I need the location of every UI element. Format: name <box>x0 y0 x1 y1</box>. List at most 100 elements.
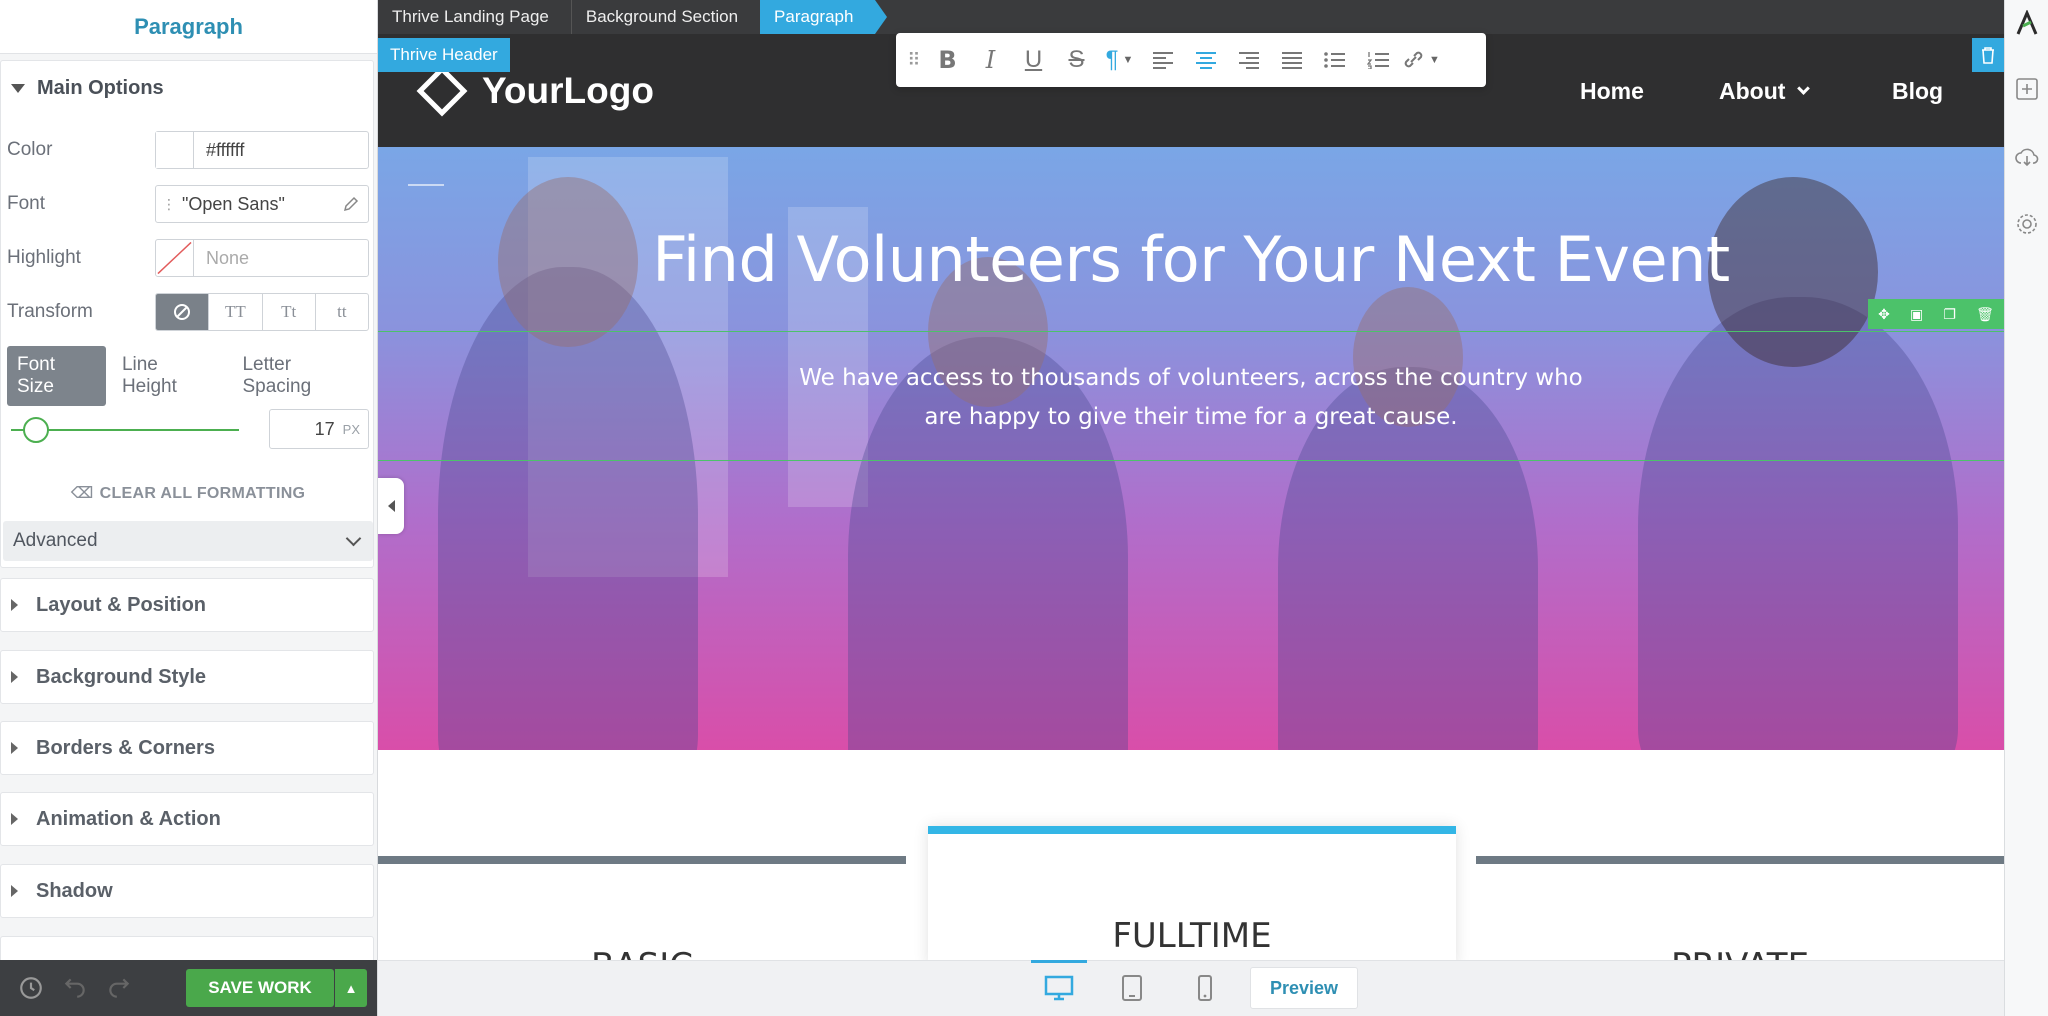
clear-formatting-button[interactable]: ⌫ CLEAR ALL FORMATTING <box>1 483 375 503</box>
advanced-label: Advanced <box>13 530 98 551</box>
transform-none-button[interactable] <box>156 294 209 330</box>
link-icon <box>1404 51 1423 68</box>
sidebar: Paragraph Main Options Color #ffffff Fon… <box>0 0 378 1016</box>
font-size-value[interactable]: 17 <box>315 419 335 440</box>
align-center-icon <box>1195 52 1216 69</box>
numbered-list-icon <box>1366 52 1389 69</box>
delete-icon[interactable]: 🗑 <box>1976 306 1994 323</box>
cloud-download-icon[interactable] <box>2014 144 2040 170</box>
duplicate-icon[interactable]: ❐ <box>1943 306 1956 323</box>
section-label: Borders & Corners <box>36 736 215 759</box>
nav-home[interactable]: Home <box>1580 78 1644 105</box>
color-field[interactable]: #ffffff <box>155 131 369 169</box>
transform-lowercase-button[interactable]: tt <box>314 294 368 330</box>
pricing-card-title: FULLTIME <box>1112 916 1272 956</box>
no-color-icon[interactable] <box>156 240 194 276</box>
advanced-dropdown[interactable]: Advanced <box>3 521 373 561</box>
hero-paragraph[interactable]: We have access to thousands of volunteer… <box>778 359 1604 437</box>
delete-header-button[interactable] <box>1972 38 2004 72</box>
breadcrumb-item-active[interactable]: Paragraph <box>760 0 888 34</box>
italic-button[interactable]: I <box>969 38 1012 82</box>
align-center-button[interactable] <box>1184 38 1227 82</box>
transform-toggle[interactable]: TT Tt tt <box>155 293 369 331</box>
paragraph-format-button[interactable]: ¶ ▼ <box>1098 38 1141 82</box>
pricing-card-private[interactable]: PRIVATE <box>1476 856 2004 960</box>
pricing-card-title: PRIVATE <box>1476 946 2004 960</box>
strikethrough-button[interactable]: S <box>1055 38 1098 82</box>
active-indicator <box>1031 960 1087 963</box>
highlight-field[interactable]: None <box>155 239 369 277</box>
main-options-label: Main Options <box>37 76 164 99</box>
section-background-style[interactable]: Background Style <box>0 650 374 704</box>
hero-heading[interactable]: Find Volunteers for Your Next Event <box>378 223 2004 296</box>
site-logo[interactable]: YourLogo <box>416 65 654 117</box>
drag-handle-icon[interactable]: ⠿ <box>902 38 926 82</box>
tab-letter-spacing[interactable]: Letter Spacing <box>232 346 373 406</box>
nav-about[interactable]: About <box>1719 78 1811 105</box>
justify-button[interactable] <box>1270 38 1313 82</box>
caret-right-icon <box>11 671 18 683</box>
tab-line-height[interactable]: Line Height <box>112 346 227 406</box>
transform-capitalize-button[interactable]: Tt <box>261 294 315 330</box>
align-right-button[interactable] <box>1227 38 1270 82</box>
logo-diamond-icon <box>416 65 468 117</box>
breadcrumb-item[interactable]: Thrive Landing Page <box>378 0 571 34</box>
nav-blog[interactable]: Blog <box>1892 78 1943 105</box>
font-field[interactable]: ⋮ "Open Sans" <box>155 185 369 223</box>
preview-button[interactable]: Preview <box>1250 967 1358 1009</box>
clear-formatting-label: CLEAR ALL FORMATTING <box>99 485 306 502</box>
collapse-sidebar-button[interactable] <box>378 478 404 534</box>
tab-font-size[interactable]: Font Size <box>7 346 106 406</box>
thrive-logo-icon[interactable] <box>2014 10 2040 36</box>
bullet-list-button[interactable] <box>1313 38 1356 82</box>
color-swatch[interactable] <box>156 132 194 168</box>
drag-dots-icon: ⋮ <box>162 195 176 212</box>
numbered-list-button[interactable] <box>1356 38 1399 82</box>
section-borders-corners[interactable]: Borders & Corners <box>0 721 374 775</box>
bold-button[interactable]: B <box>926 38 969 82</box>
section-layout-position[interactable]: Layout & Position <box>0 578 374 632</box>
underline-button[interactable]: U <box>1012 38 1055 82</box>
tablet-view-button[interactable] <box>1104 960 1160 1016</box>
breadcrumb-item[interactable]: Background Section <box>570 0 760 34</box>
align-left-button[interactable] <box>1141 38 1184 82</box>
section-shadow[interactable]: Shadow <box>0 864 374 918</box>
move-icon[interactable]: ✥ <box>1878 306 1890 323</box>
save-template-icon[interactable]: ▣ <box>1910 306 1923 323</box>
align-right-icon <box>1238 52 1259 69</box>
link-button[interactable]: ▼ <box>1399 38 1442 82</box>
pricing-card-fulltime[interactable]: FULLTIME <box>928 826 1456 960</box>
mobile-view-button[interactable] <box>1177 960 1233 1016</box>
thrive-header-tag[interactable]: Thrive Header <box>378 38 510 72</box>
chevron-down-icon <box>1797 82 1811 95</box>
section-label: Animation & Action <box>36 807 221 830</box>
drag-line <box>408 184 444 186</box>
chevron-down-icon <box>345 530 362 546</box>
size-tabs: Font Size Line Height Letter Spacing <box>7 346 373 406</box>
caret-down-icon <box>11 83 25 93</box>
bullet-list-icon <box>1323 52 1345 68</box>
pencil-icon[interactable] <box>342 195 360 213</box>
main-options-header[interactable]: Main Options <box>1 61 373 115</box>
caret-right-icon <box>11 813 18 825</box>
section-label: Shadow <box>36 879 113 902</box>
add-element-icon[interactable] <box>2014 76 2040 102</box>
font-label: Font <box>7 193 46 214</box>
gear-icon[interactable] <box>2014 211 2040 237</box>
hero-section[interactable]: Find Volunteers for Your Next Event ✥ ▣ … <box>378 147 2004 750</box>
section-animation-action[interactable]: Animation & Action <box>0 792 374 846</box>
transform-uppercase-button[interactable]: TT <box>208 294 261 330</box>
font-size-input[interactable]: 17 PX <box>269 409 369 449</box>
section-label: Layout & Position <box>36 593 206 616</box>
section-label: Background Style <box>36 665 207 688</box>
editor-canvas: Thrive Landing Page Background Section P… <box>378 0 2004 960</box>
right-rail <box>2004 0 2048 1016</box>
color-label: Color <box>7 139 53 160</box>
desktop-view-button[interactable] <box>1031 960 1087 1016</box>
pricing-card-basic[interactable]: BASIC <box>378 856 906 960</box>
font-value[interactable]: "Open Sans" <box>176 194 285 215</box>
font-size-slider-handle[interactable] <box>23 417 49 443</box>
justify-icon <box>1281 52 1302 69</box>
caret-right-icon <box>11 885 18 897</box>
color-value[interactable]: #ffffff <box>194 140 244 161</box>
